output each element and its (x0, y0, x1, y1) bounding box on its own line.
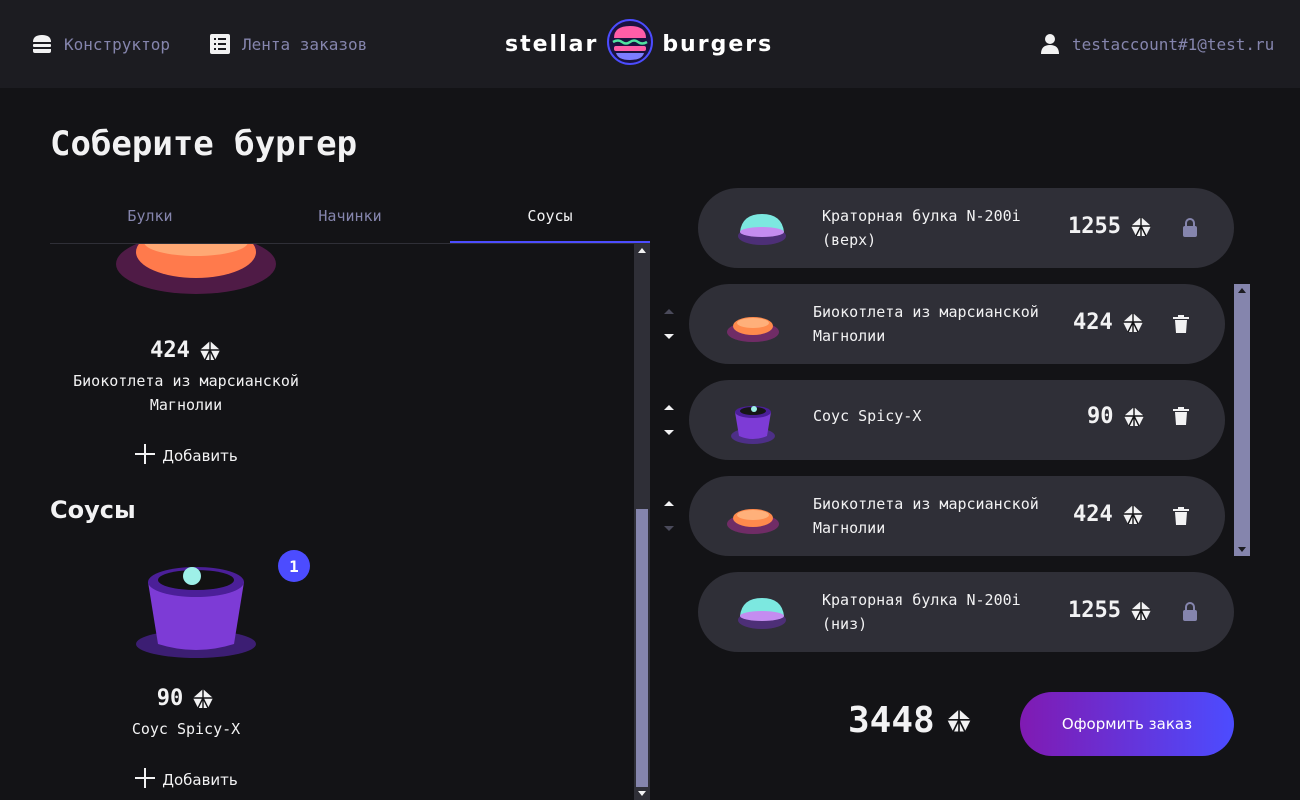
tab-sauces[interactable]: Соусы (450, 196, 650, 243)
currency-icon (1121, 503, 1145, 527)
page-title: Соберите бургер (50, 124, 358, 164)
nav-constructor-label: Конструктор (64, 34, 170, 54)
price-value: 424 (1073, 502, 1113, 527)
add-button[interactable]: Добавить (50, 767, 322, 793)
tab-fillings[interactable]: Начинки (250, 196, 450, 243)
constructor-item-price: 424 (1073, 310, 1145, 335)
logo-text-right: burgers (662, 31, 774, 57)
burger-icon (30, 32, 54, 56)
add-button[interactable]: Добавить (50, 443, 322, 469)
currency-icon (191, 687, 215, 711)
scroll-down-arrow[interactable] (1238, 547, 1246, 552)
currency-icon (1129, 215, 1153, 239)
patty-thumbnail (721, 488, 785, 544)
sauce-thumbnail (721, 392, 785, 448)
constructor-top-bun[interactable]: Краторная булка N-200i (верх) 1255 (698, 188, 1234, 268)
sauce-image (66, 552, 306, 662)
currency-icon (945, 707, 973, 735)
ingredient-counter: 1 (278, 550, 310, 582)
scroll-up-arrow[interactable] (638, 248, 646, 253)
plus-icon (134, 443, 156, 469)
price-value: 90 (1087, 404, 1114, 429)
account-email: testaccount#1@test.ru (1072, 34, 1275, 54)
constructor-item[interactable]: Соус Spicy-X 90 (689, 380, 1225, 460)
constructor-item-name: Соус Spicy-X (813, 407, 922, 425)
constructor-scrollbar[interactable] (1234, 284, 1250, 556)
logo-text-left: stellar (505, 31, 599, 57)
currency-icon (198, 339, 222, 363)
trash-icon[interactable] (1169, 504, 1193, 528)
lock-icon (1178, 600, 1202, 624)
section-title-sauces: Соусы (50, 496, 136, 524)
price-value: 424 (150, 338, 190, 363)
price-value: 424 (1073, 310, 1113, 335)
trash-icon[interactable] (1169, 312, 1193, 336)
constructor-item[interactable]: Биокотлета из марсианской Магнолии 424 (689, 476, 1225, 556)
price-value: 1255 (1068, 598, 1121, 623)
currency-icon (1121, 311, 1145, 335)
constructor-item[interactable]: Биокотлета из марсианской Магнолии 424 (689, 284, 1225, 364)
ingredient-price: 90 (50, 686, 322, 711)
scroll-up-arrow[interactable] (1238, 288, 1246, 293)
constructor-item-name: Биокотлета из марсианской Магнолии (813, 303, 1039, 345)
ingredient-card[interactable]: 424 Биокотлета из марсианской Магнолии Д… (50, 244, 322, 469)
trash-icon[interactable] (1169, 404, 1193, 428)
scrollbar-thumb[interactable] (636, 509, 648, 787)
constructor-bottom-bun[interactable]: Краторная булка N-200i (низ) 1255 (698, 572, 1234, 652)
list-icon (208, 32, 232, 56)
constructor-item-price: 90 (1087, 404, 1146, 429)
patty-thumbnail (721, 296, 785, 352)
nav-constructor[interactable]: Конструктор (30, 30, 170, 58)
patty-image (66, 244, 306, 314)
nav-account[interactable]: testaccount#1@test.ru (1038, 30, 1274, 58)
currency-icon (1129, 599, 1153, 623)
logo-burger-icon (606, 18, 654, 70)
bottom-bun-price: 1255 (1068, 598, 1153, 623)
ingredient-name: Биокотлета из марсианской Магнолии (73, 372, 299, 414)
drag-handle-icon[interactable] (664, 500, 674, 536)
ingredient-list[interactable]: 424 Биокотлета из марсианской Магнолии Д… (50, 244, 650, 800)
scroll-down-arrow[interactable] (638, 791, 646, 796)
bun-thumbnail (730, 584, 794, 640)
ingredient-tabs: Булки Начинки Соусы (50, 196, 650, 244)
constructor-item-name: Биокотлета из марсианской Магнолии (813, 495, 1039, 537)
total-value: 3448 (848, 700, 935, 741)
add-label: Добавить (162, 771, 238, 789)
bun-thumbnail (730, 200, 794, 256)
price-value: 1255 (1068, 214, 1121, 239)
price-value: 90 (156, 686, 184, 711)
drag-handle-icon[interactable] (664, 404, 674, 440)
ingredient-price: 424 (50, 338, 322, 363)
tab-buns[interactable]: Булки (50, 196, 250, 243)
nav-order-feed[interactable]: Лента заказов (208, 30, 367, 58)
ingredient-card[interactable]: 90 Соус Spicy-X Добавить (50, 552, 322, 793)
add-label: Добавить (162, 447, 238, 465)
lock-icon (1178, 216, 1202, 240)
place-order-button[interactable]: Оформить заказ (1020, 692, 1234, 756)
order-total: 3448 (848, 700, 973, 741)
bottom-bun-name: Краторная булка N-200i (низ) (822, 591, 1021, 633)
top-bun-price: 1255 (1068, 214, 1153, 239)
plus-icon (134, 767, 156, 793)
currency-icon (1122, 405, 1146, 429)
constructor-item-price: 424 (1073, 502, 1145, 527)
top-bun-name: Краторная булка N-200i (верх) (822, 207, 1021, 249)
drag-handle-icon[interactable] (664, 308, 674, 344)
ingredient-scrollbar[interactable] (634, 244, 650, 800)
ingredient-name: Соус Spicy-X (131, 720, 241, 738)
stellar-burgers-logo[interactable]: stellar burgers (505, 18, 774, 70)
app-header: Конструктор Лента заказов stellar burger… (0, 0, 1300, 88)
nav-order-feed-label: Лента заказов (242, 34, 368, 54)
profile-icon (1038, 32, 1062, 56)
